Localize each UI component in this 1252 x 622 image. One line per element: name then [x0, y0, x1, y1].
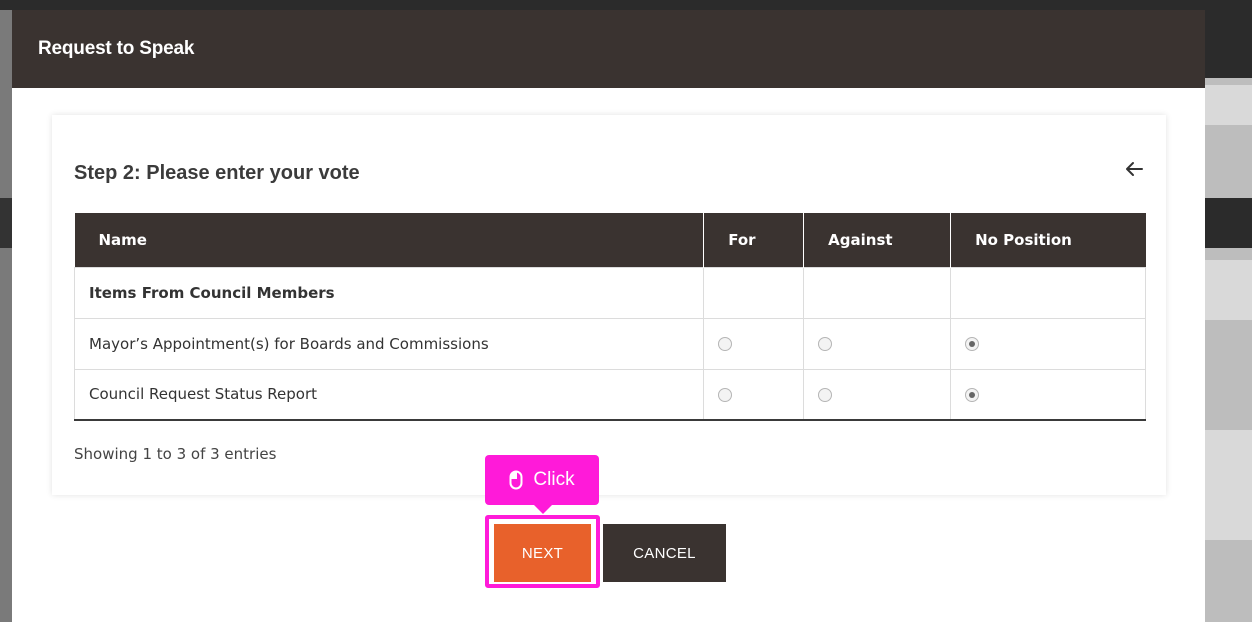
modal-header: Request to Speak [12, 10, 1205, 88]
tooltip-label: Click [533, 469, 575, 490]
modal-title: Request to Speak [38, 38, 195, 59]
radio-against[interactable] [818, 337, 833, 351]
item-name: Mayor’s Appointment(s) for Boards and Co… [73, 317, 705, 370]
item-name: Council Request Status Report [73, 368, 705, 421]
arrow-left-icon[interactable] [1122, 157, 1146, 181]
for-cell [703, 317, 805, 370]
empty-cell [950, 266, 1146, 319]
next-button[interactable]: NEXT [494, 524, 591, 582]
group-label: Items From Council Members [73, 266, 705, 319]
radio-for[interactable] [718, 387, 733, 402]
table-row: Mayor’s Appointment(s) for Boards and Co… [73, 317, 1146, 370]
background-left-header [0, 198, 12, 248]
radio-against[interactable] [818, 387, 833, 402]
request-to-speak-modal: Request to Speak Step 2: Please enter yo… [12, 10, 1205, 622]
vote-table: Name For Against No Position Items From … [73, 213, 1146, 421]
against-cell [803, 317, 952, 370]
radio-for[interactable] [718, 337, 733, 351]
vote-card: Step 2: Please enter your vote Name For … [52, 115, 1166, 495]
no-position-cell [950, 368, 1146, 421]
background-left-strip [0, 10, 12, 622]
background-band [1205, 85, 1252, 125]
step-title: Step 2: Please enter your vote [74, 162, 360, 184]
empty-cell [803, 266, 952, 319]
table-group-row: Items From Council Members [73, 266, 1146, 319]
column-header-no-position[interactable]: No Position [950, 213, 1146, 267]
mouse-icon [509, 470, 523, 490]
background-top-bar [0, 0, 1252, 10]
background-right-header [1205, 198, 1252, 248]
cancel-button[interactable]: CANCEL [603, 524, 726, 582]
table-row: Council Request Status Report [73, 368, 1146, 421]
background-right-strip [1205, 10, 1252, 622]
entries-info: Showing 1 to 3 of 3 entries [74, 445, 277, 463]
no-position-cell [950, 317, 1146, 370]
click-tooltip: Click [485, 455, 599, 514]
column-header-against[interactable]: Against [803, 213, 952, 267]
background-right-dark [1205, 10, 1252, 78]
table-header-row: Name For Against No Position [74, 213, 1146, 267]
radio-no-position[interactable] [965, 337, 980, 351]
for-cell [703, 368, 805, 421]
against-cell [803, 368, 952, 421]
column-header-for[interactable]: For [703, 213, 805, 267]
background-band [1205, 430, 1252, 540]
column-header-name[interactable]: Name [74, 213, 705, 267]
radio-no-position[interactable] [965, 387, 980, 402]
empty-cell [703, 266, 805, 319]
background-band [1205, 260, 1252, 320]
